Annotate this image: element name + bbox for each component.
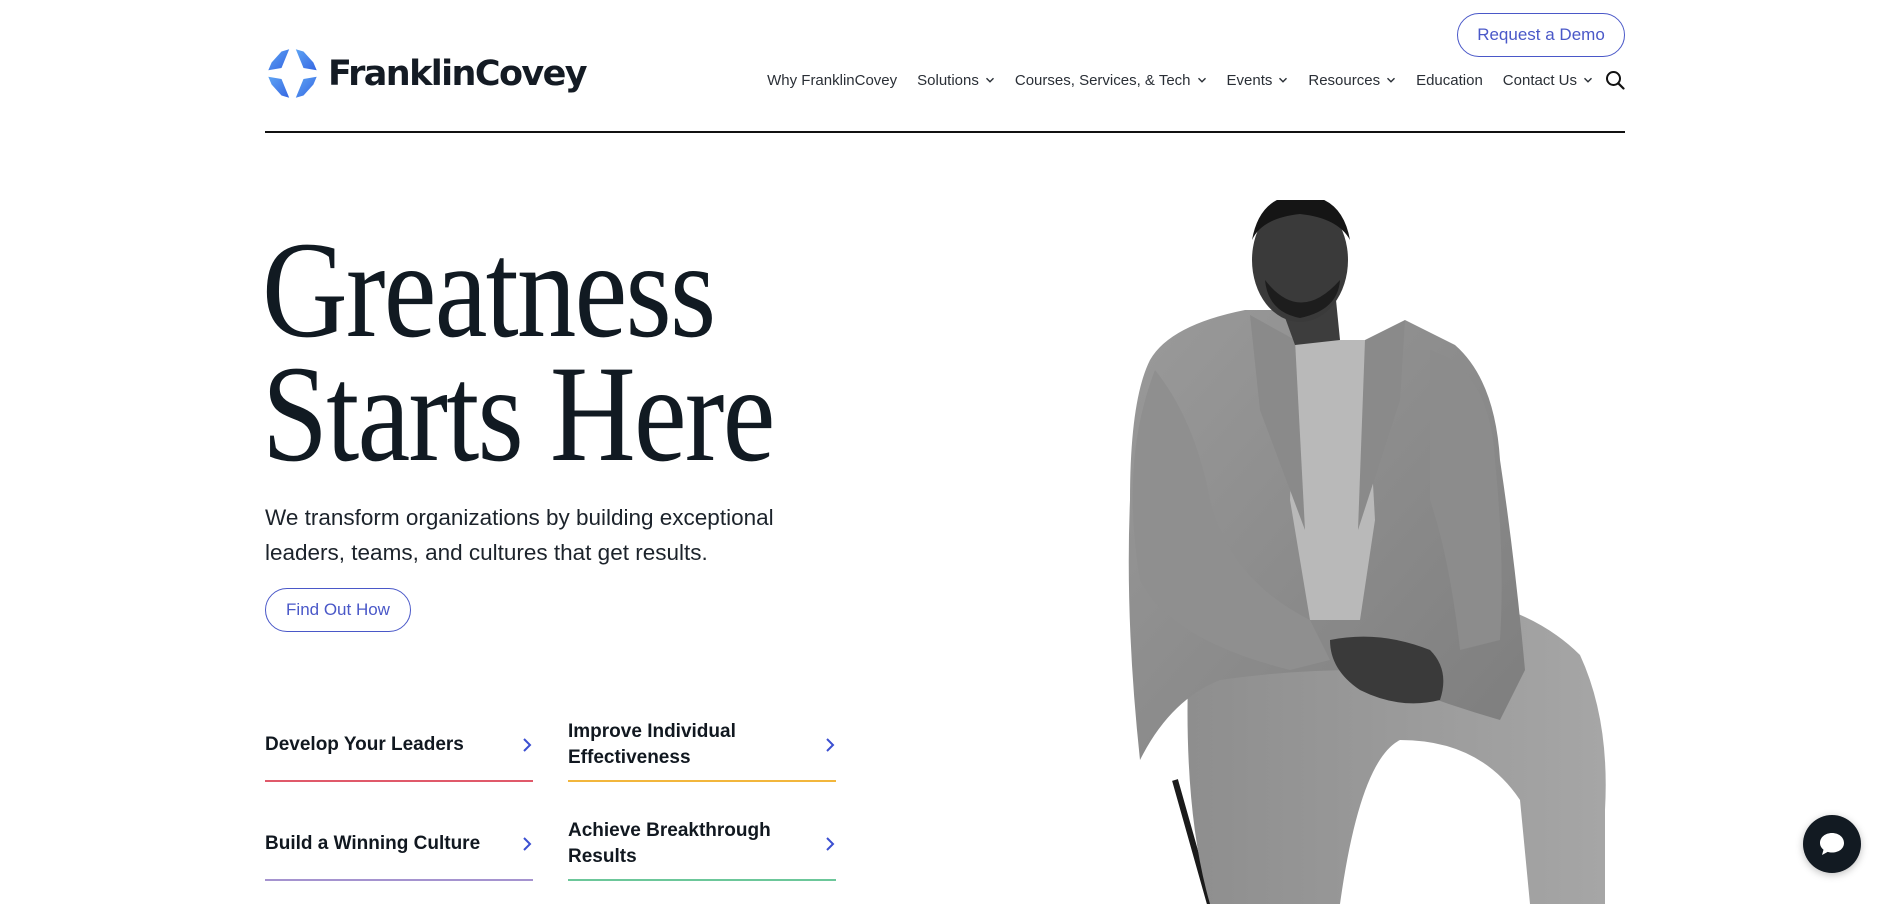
chevron-down-icon	[1584, 77, 1592, 83]
nav-item-label: Resources	[1308, 71, 1381, 89]
nav-item-label: Why FranklinCovey	[767, 71, 898, 89]
nav-item-education[interactable]: Education	[1416, 72, 1483, 89]
hero-photo	[1128, 200, 1606, 904]
card-underline	[568, 779, 836, 782]
nav-item-label: Events	[1226, 71, 1273, 89]
nav-item-why-franklincovey[interactable]: Why FranklinCovey	[767, 72, 897, 89]
nav-item-label: Courses, Services, & Tech	[1014, 71, 1191, 89]
card-label: Improve Individual Effectiveness	[568, 721, 736, 768]
chat-button[interactable]	[1803, 815, 1861, 873]
nav-item-label: Solutions	[917, 71, 979, 89]
logo-link[interactable]: FranklinCovey	[265, 46, 588, 101]
card-label: Develop Your Leaders	[265, 734, 464, 755]
search-icon[interactable]	[1605, 70, 1625, 90]
request-demo-button[interactable]: Request a Demo	[1457, 13, 1625, 57]
chat-bubble-icon	[1820, 833, 1844, 855]
nav-item-courses-services-tech[interactable]: Courses, Services, & Tech	[1015, 72, 1207, 89]
headline-line-2: Starts Here	[262, 337, 775, 490]
card-label: Build a Winning Culture	[265, 833, 481, 854]
chevron-down-icon	[1197, 77, 1206, 83]
hero-subtext: We transform organizations by building e…	[265, 505, 774, 565]
nav-item-label: Contact Us	[1502, 71, 1577, 89]
nav-item-resources[interactable]: Resources	[1308, 72, 1396, 89]
main-nav: Why FranklinCovey Solutions Courses, Ser…	[767, 70, 1625, 90]
nav-item-label: Education	[1416, 71, 1483, 89]
logo-text: FranklinCovey	[328, 53, 588, 94]
card-underline	[568, 878, 836, 881]
card-label: Achieve Breakthrough Results	[568, 820, 771, 867]
card-underline	[265, 878, 533, 881]
chevron-right-icon	[523, 837, 532, 851]
card-develop-your-leaders[interactable]: Develop Your Leaders	[265, 718, 533, 782]
chevron-right-icon	[826, 738, 835, 752]
nav-item-events[interactable]: Events	[1227, 72, 1289, 89]
four-point-star-logo-icon	[268, 49, 317, 98]
chevron-down-icon	[985, 77, 994, 83]
header-divider	[265, 131, 1625, 133]
chevron-down-icon	[1279, 77, 1288, 83]
card-build-a-winning-culture[interactable]: Build a Winning Culture	[265, 817, 533, 881]
nav-item-contact-us[interactable]: Contact Us	[1503, 72, 1593, 89]
card-underline	[265, 779, 533, 782]
find-out-how-button[interactable]: Find Out How	[265, 588, 411, 632]
chevron-right-icon	[826, 837, 835, 851]
card-improve-individual-effectiveness[interactable]: Improve Individual Effectiveness	[568, 718, 836, 782]
chevron-down-icon	[1387, 77, 1396, 83]
hero-headline: Greatness Starts Here	[262, 221, 775, 483]
nav-item-solutions[interactable]: Solutions	[917, 72, 995, 89]
card-achieve-breakthrough-results[interactable]: Achieve Breakthrough Results	[568, 817, 836, 881]
chevron-right-icon	[523, 738, 532, 752]
